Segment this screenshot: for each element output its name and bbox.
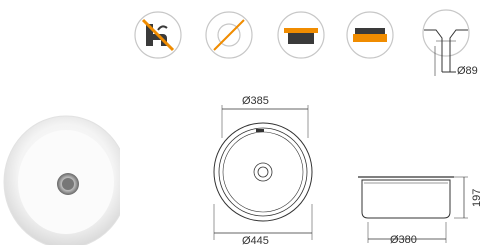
drain-diameter-label: Ø89 <box>457 65 478 77</box>
sink-photo <box>0 100 129 249</box>
depth-label: 197 <box>471 189 483 207</box>
top-diameter-label: Ø385 <box>242 95 269 107</box>
side-view-drawing: 197 Ø380 <box>350 155 484 246</box>
top-view-drawing: Ø385 Ø445 <box>200 92 340 247</box>
outer-diameter-label: Ø445 <box>242 235 269 245</box>
no-tap-hole-icon <box>204 10 254 60</box>
undermount-icon <box>345 10 395 60</box>
inset-mount-icon <box>276 10 326 60</box>
drain-pipe-icon: Ø89 <box>416 8 484 78</box>
no-overflow-icon <box>133 10 183 60</box>
bowl-diameter-label: Ø380 <box>390 234 417 245</box>
